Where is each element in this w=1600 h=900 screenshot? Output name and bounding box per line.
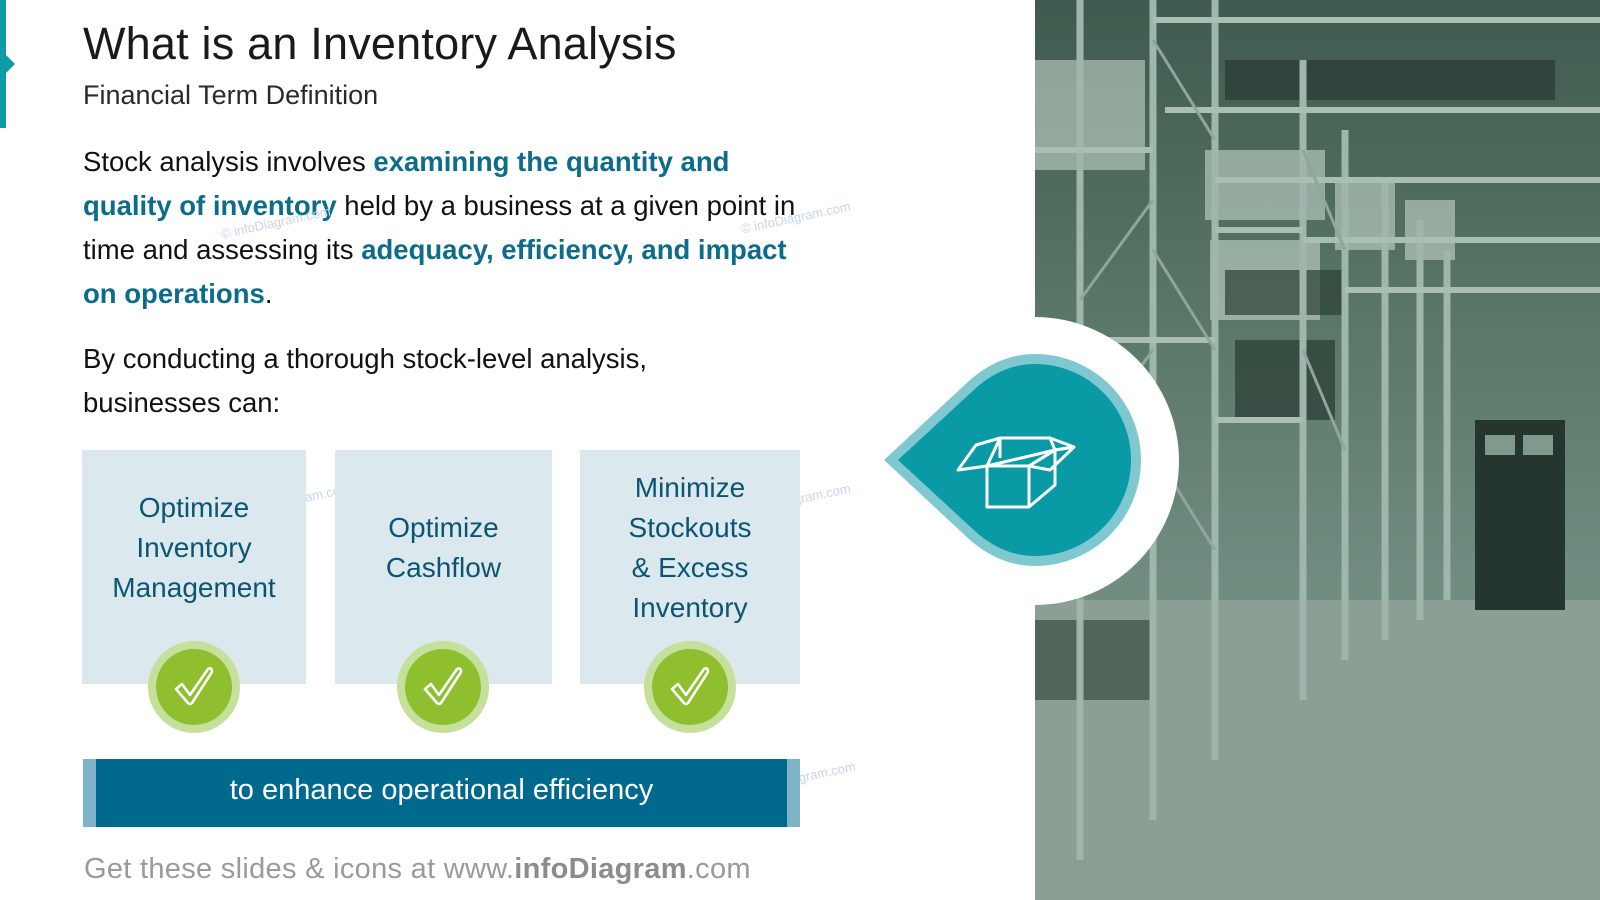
- benefit-line: Optimize: [388, 512, 499, 543]
- definition-text: Stock analysis involves: [83, 146, 374, 177]
- benefit-label: Optimize Inventory Management: [82, 488, 306, 608]
- check-badge: [397, 641, 489, 733]
- benefit-line: Stockouts: [628, 512, 752, 543]
- footer-prefix: Get these slides & icons at www.: [84, 853, 515, 885]
- footer-suffix: .com: [686, 853, 751, 885]
- banner-text: to enhance operational efficiency: [229, 774, 654, 806]
- benefit-line: Inventory: [632, 592, 748, 623]
- slide-subtitle: Financial Term Definition: [83, 80, 379, 110]
- check-badge: [644, 641, 736, 733]
- intro-paragraph: By conducting a thorough stock-level ana…: [83, 343, 648, 418]
- check-icon: [670, 667, 710, 706]
- benefit-label: Optimize Cashflow: [335, 508, 552, 588]
- benefit-line: Cashflow: [385, 552, 502, 583]
- summary-banner: to enhance operational efficiency: [83, 759, 800, 827]
- icon-drop-shape: [884, 354, 1141, 566]
- slide-title: What is an Inventory Analysis: [83, 18, 677, 69]
- check-icon: [174, 667, 214, 706]
- benefit-label: Minimize Stockouts & Excess Inventory: [580, 468, 800, 628]
- footer-brand: infoDiagram: [514, 853, 687, 885]
- footer-credit: Get these slides & icons at www.infoDiag…: [84, 853, 751, 886]
- check-badge: [148, 641, 240, 733]
- accent-notch: [6, 55, 15, 73]
- benefit-line: Minimize: [634, 472, 746, 503]
- benefit-line: & Excess: [631, 552, 749, 583]
- definition-paragraph: Stock analysis involves examining the qu…: [83, 140, 803, 316]
- benefit-line: Optimize: [138, 492, 250, 523]
- check-icon: [423, 667, 463, 706]
- definition-text: .: [264, 278, 273, 309]
- benefit-line: Inventory: [136, 532, 252, 563]
- benefit-line: Management: [112, 572, 276, 603]
